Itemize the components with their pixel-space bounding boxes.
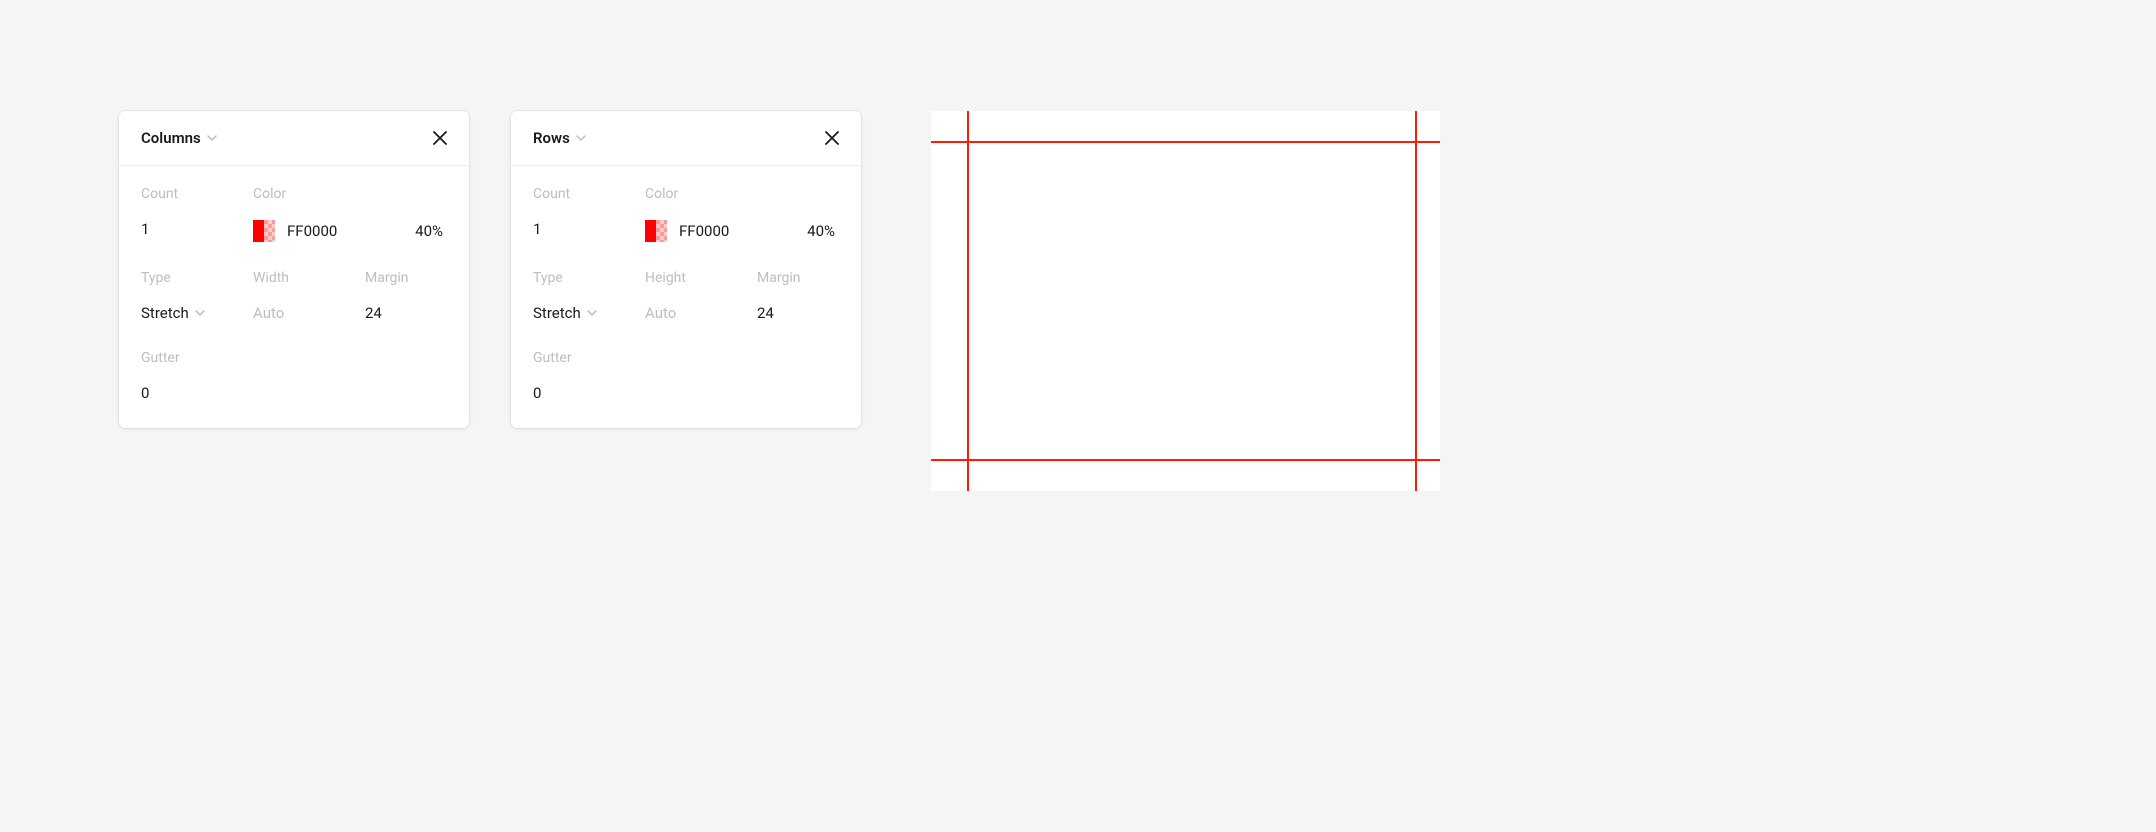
color-label: Color xyxy=(253,186,447,202)
columns-title: Columns xyxy=(141,129,201,147)
grid-row-line-top xyxy=(931,141,1440,143)
columns-panel-header: Columns xyxy=(119,111,469,166)
close-button[interactable] xyxy=(821,127,843,149)
chevron-down-icon xyxy=(207,133,217,143)
type-value: Stretch xyxy=(533,304,581,322)
rows-panel-header: Rows xyxy=(511,111,861,166)
margin-input[interactable]: 24 xyxy=(365,304,447,322)
height-input[interactable]: Auto xyxy=(645,304,757,322)
count-label: Count xyxy=(533,186,645,202)
gutter-label: Gutter xyxy=(141,350,253,366)
gutter-label: Gutter xyxy=(533,350,645,366)
type-label: Type xyxy=(533,270,645,286)
close-button[interactable] xyxy=(429,127,451,149)
count-input[interactable]: 1 xyxy=(141,220,253,238)
grid-row-line-bottom xyxy=(931,459,1440,461)
gutter-input[interactable]: 0 xyxy=(141,384,253,402)
color-swatch[interactable] xyxy=(645,220,667,242)
chevron-down-icon xyxy=(587,308,597,318)
margin-input[interactable]: 24 xyxy=(757,304,839,322)
gutter-input[interactable]: 0 xyxy=(533,384,645,402)
height-label: Height xyxy=(645,270,757,286)
count-label: Count xyxy=(141,186,253,202)
width-label: Width xyxy=(253,270,365,286)
color-opacity-input[interactable]: 40% xyxy=(415,222,447,240)
layout-grid-preview xyxy=(931,111,1440,491)
color-hex-input[interactable]: FF0000 xyxy=(287,222,337,240)
color-hex-input[interactable]: FF0000 xyxy=(679,222,729,240)
type-dropdown[interactable]: Stretch xyxy=(533,304,645,322)
chevron-down-icon xyxy=(195,308,205,318)
width-input[interactable]: Auto xyxy=(253,304,365,322)
rows-panel: Rows Count 1 Color xyxy=(511,111,861,428)
chevron-down-icon xyxy=(576,133,586,143)
type-dropdown[interactable]: Stretch xyxy=(141,304,253,322)
rows-title-dropdown[interactable]: Rows xyxy=(533,129,586,147)
columns-title-dropdown[interactable]: Columns xyxy=(141,129,217,147)
margin-label: Margin xyxy=(757,270,839,286)
columns-panel-body: Count 1 Color FF0000 40% xyxy=(119,166,469,428)
close-icon xyxy=(432,130,448,146)
type-label: Type xyxy=(141,270,253,286)
columns-panel: Columns Count 1 Color xyxy=(119,111,469,428)
color-label: Color xyxy=(645,186,839,202)
color-opacity-input[interactable]: 40% xyxy=(807,222,839,240)
rows-title: Rows xyxy=(533,129,570,147)
color-swatch[interactable] xyxy=(253,220,275,242)
type-value: Stretch xyxy=(141,304,189,322)
close-icon xyxy=(824,130,840,146)
grid-column-line-right xyxy=(1415,111,1417,491)
count-input[interactable]: 1 xyxy=(533,220,645,238)
grid-column-line-left xyxy=(967,111,969,491)
margin-label: Margin xyxy=(365,270,447,286)
rows-panel-body: Count 1 Color FF0000 40% xyxy=(511,166,861,428)
